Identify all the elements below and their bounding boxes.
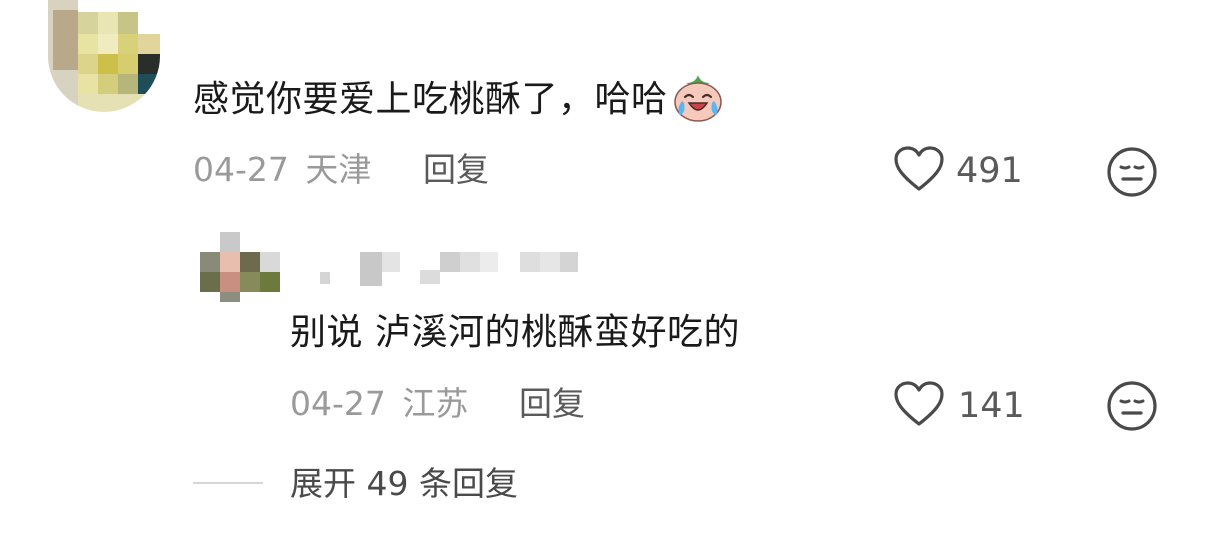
comment-meta: 04-27 天津 [193, 150, 371, 190]
comment-text-content: 感觉你要爱上吃桃酥了，哈哈 [193, 79, 668, 120]
like-count: 491 [956, 151, 1023, 191]
comment-location: 天津 [305, 150, 372, 189]
meh-face-icon [1106, 381, 1158, 436]
dislike-button[interactable] [1106, 146, 1158, 202]
heart-outline-icon [893, 381, 945, 432]
reply-like-button[interactable] [893, 380, 945, 432]
comment-date: 04-27 [193, 150, 289, 189]
reply-date: 04-27 [290, 384, 386, 423]
reply-location: 江苏 [402, 384, 469, 423]
like-button[interactable] [893, 145, 945, 197]
meh-face-icon [1106, 147, 1158, 202]
reply-meta: 04-27 江苏 [290, 384, 468, 424]
reply-text: 别说 泸溪河的桃酥蛮好吃的 [290, 312, 740, 353]
expand-divider [193, 482, 263, 484]
reply-avatar[interactable] [200, 232, 280, 302]
heart-outline-icon [893, 146, 945, 197]
reply-button[interactable]: 回复 [423, 150, 489, 190]
reply-dislike-button[interactable] [1106, 380, 1158, 436]
crying-laughing-peach-emoji-icon [672, 71, 724, 123]
expand-replies-button[interactable]: 展开 49 条回复 [290, 464, 518, 504]
avatar[interactable] [48, 0, 160, 112]
reply-reply-button[interactable]: 回复 [519, 384, 585, 424]
comment-text: 感觉你要爱上吃桃酥了，哈哈 [193, 70, 724, 130]
reply-like-count: 141 [958, 386, 1025, 426]
reply-username[interactable] [290, 250, 590, 290]
